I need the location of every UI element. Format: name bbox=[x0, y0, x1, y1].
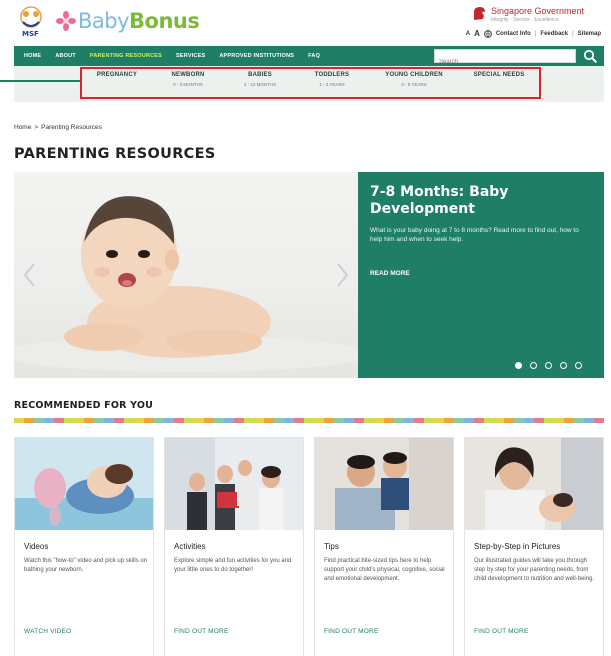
card-description: Our illustrated guides will take you thr… bbox=[474, 558, 595, 582]
utility-links: A A Contact Info | Feedback | Sitemap bbox=[466, 29, 601, 38]
card-tips[interactable]: Tips Find practical bite-sized tips here… bbox=[314, 437, 454, 656]
baby-illustration bbox=[14, 196, 358, 378]
card-videos[interactable]: Videos Watch this "how-to" video and pic… bbox=[14, 437, 154, 656]
subnav-item-babies[interactable]: BABIES 3 - 12 MONTHS bbox=[224, 69, 296, 97]
card-title: Activities bbox=[174, 542, 206, 551]
carousel-dot-2[interactable] bbox=[530, 362, 537, 369]
singapore-government-logo[interactable]: Singapore Government Integrity · Service… bbox=[471, 4, 601, 28]
carousel-prev-icon[interactable] bbox=[22, 262, 36, 288]
breadcrumb-current: Parenting Resources bbox=[41, 124, 102, 131]
main-nav: HOME ABOUT PARENTING RESOURCES SERVICES … bbox=[14, 46, 604, 68]
subnav-label: TODDLERS bbox=[314, 72, 350, 78]
card-image[interactable] bbox=[165, 438, 303, 530]
nav-item-faq[interactable]: FAQ bbox=[308, 53, 320, 59]
gov-title: Singapore Government bbox=[491, 6, 585, 16]
carousel-dot-4[interactable] bbox=[560, 362, 567, 369]
globe-icon[interactable] bbox=[483, 29, 492, 38]
find-out-more-link[interactable]: FIND OUT MORE bbox=[324, 628, 378, 635]
card-title: Tips bbox=[324, 542, 339, 551]
recommended-cards: Videos Watch this "how-to" video and pic… bbox=[14, 437, 604, 656]
carousel-dot-5[interactable] bbox=[575, 362, 582, 369]
subnav-age: 1 - 3 YEARS bbox=[319, 82, 345, 87]
subnav-items: PREGNANCY NEWBORN 0 - 3 MONTHS BABIES 3 … bbox=[82, 69, 540, 97]
babybonus-logo[interactable]: BabyBonus bbox=[56, 6, 200, 36]
search-field bbox=[434, 49, 576, 68]
recommended-title: RECOMMENDED FOR YOU bbox=[14, 400, 154, 411]
card-activities[interactable]: Activities Explore simple and fun activi… bbox=[164, 437, 304, 656]
brand-baby: Baby bbox=[78, 9, 130, 33]
subnav-item-young-children[interactable]: YOUNG CHILDREN 3 - 6 YEARS bbox=[368, 69, 460, 97]
carousel-dots bbox=[515, 362, 582, 369]
watch-video-link[interactable]: WATCH VIDEO bbox=[24, 628, 71, 635]
nav-item-home[interactable]: HOME bbox=[24, 53, 41, 59]
flower-icon bbox=[56, 11, 76, 31]
increase-font-button[interactable]: A bbox=[474, 29, 480, 38]
card-description: Watch this "how-to" video and pick up sk… bbox=[24, 558, 148, 573]
nav-item-services[interactable]: SERVICES bbox=[176, 53, 205, 59]
card-title: Videos bbox=[24, 542, 49, 551]
hero-title[interactable]: 7-8 Months: Baby Development bbox=[370, 184, 590, 218]
card-description: Explore simple and fun activities for yo… bbox=[174, 558, 292, 573]
bathing-baby-photo bbox=[15, 438, 153, 530]
decrease-font-button[interactable]: A bbox=[466, 31, 470, 37]
brand-name: BabyBonus bbox=[78, 9, 200, 33]
nav-item-approved-institutions[interactable]: APPROVED INSTITUTIONS bbox=[219, 53, 294, 59]
brand-bonus: Bonus bbox=[129, 9, 200, 33]
subnav-label: PREGNANCY bbox=[96, 72, 138, 78]
sitemap-link[interactable]: Sitemap bbox=[578, 31, 601, 37]
subnav-item-pregnancy[interactable]: PREGNANCY bbox=[82, 69, 152, 97]
read-more-link[interactable]: READ MORE bbox=[370, 270, 410, 277]
decorative-line bbox=[0, 80, 80, 82]
card-description: Find practical bite-sized tips here to h… bbox=[324, 558, 445, 582]
card-title: Step-by-Step in Pictures bbox=[474, 542, 561, 551]
card-image[interactable] bbox=[465, 438, 603, 530]
contact-info-link[interactable]: Contact Info bbox=[496, 31, 531, 37]
page-title: PARENTING RESOURCES bbox=[14, 146, 216, 162]
subnav-age: 3 - 6 YEARS bbox=[401, 82, 427, 87]
subnav-label: BABIES bbox=[248, 72, 272, 78]
breadcrumb-separator: > bbox=[34, 124, 39, 131]
carousel-dot-1[interactable] bbox=[515, 362, 522, 369]
subnav-age: 0 - 3 MONTHS bbox=[173, 82, 203, 87]
family-reading-photo bbox=[165, 438, 303, 530]
lion-head-icon bbox=[474, 7, 485, 20]
gov-subtitle: Integrity · Service · Excellence bbox=[491, 17, 559, 23]
hero-panel: 7-8 Months: Baby Development What is you… bbox=[358, 172, 604, 378]
subnav-label: YOUNG CHILDREN bbox=[385, 72, 443, 78]
decorative-stripe bbox=[14, 418, 604, 423]
feedback-link[interactable]: Feedback bbox=[540, 31, 568, 37]
nav-item-about[interactable]: ABOUT bbox=[55, 53, 76, 59]
subnav-label: SPECIAL NEEDS bbox=[473, 72, 525, 78]
site-header: MSF BabyBonus Singapore Government Integ… bbox=[0, 0, 611, 46]
msf-logo-text: MSF bbox=[22, 30, 39, 38]
find-out-more-link[interactable]: FIND OUT MORE bbox=[174, 628, 228, 635]
main-nav-items: HOME ABOUT PARENTING RESOURCES SERVICES … bbox=[24, 46, 320, 66]
nav-item-parenting-resources[interactable]: PARENTING RESOURCES bbox=[90, 53, 162, 59]
carousel-next-icon[interactable] bbox=[336, 262, 350, 288]
separator: | bbox=[534, 30, 537, 37]
card-image[interactable] bbox=[15, 438, 153, 530]
separator: | bbox=[572, 30, 574, 37]
hero-carousel: 7-8 Months: Baby Development What is you… bbox=[14, 172, 604, 378]
search-icon bbox=[583, 49, 597, 63]
subnav-item-special-needs[interactable]: SPECIAL NEEDS bbox=[460, 69, 538, 97]
breadcrumb-home[interactable]: Home bbox=[14, 124, 31, 131]
father-child-photo bbox=[315, 438, 453, 530]
subnav-age: 3 - 12 MONTHS bbox=[243, 82, 277, 87]
search-button[interactable] bbox=[580, 47, 600, 65]
carousel-dot-3[interactable] bbox=[545, 362, 552, 369]
breadcrumb: Home > Parenting Resources bbox=[14, 124, 102, 131]
subnav-item-toddlers[interactable]: TODDLERS 1 - 3 YEARS bbox=[296, 69, 368, 97]
mother-baby-photo bbox=[465, 438, 603, 530]
hero-description: What is your baby doing at 7 to 8 months… bbox=[370, 227, 579, 243]
hero-image[interactable] bbox=[14, 172, 358, 378]
subnav-label: NEWBORN bbox=[171, 72, 205, 78]
card-step-by-step[interactable]: Step-by-Step in Pictures Our illustrated… bbox=[464, 437, 604, 656]
subnav-item-newborn[interactable]: NEWBORN 0 - 3 MONTHS bbox=[152, 69, 224, 97]
card-image[interactable] bbox=[315, 438, 453, 530]
find-out-more-link[interactable]: FIND OUT MORE bbox=[474, 628, 528, 635]
